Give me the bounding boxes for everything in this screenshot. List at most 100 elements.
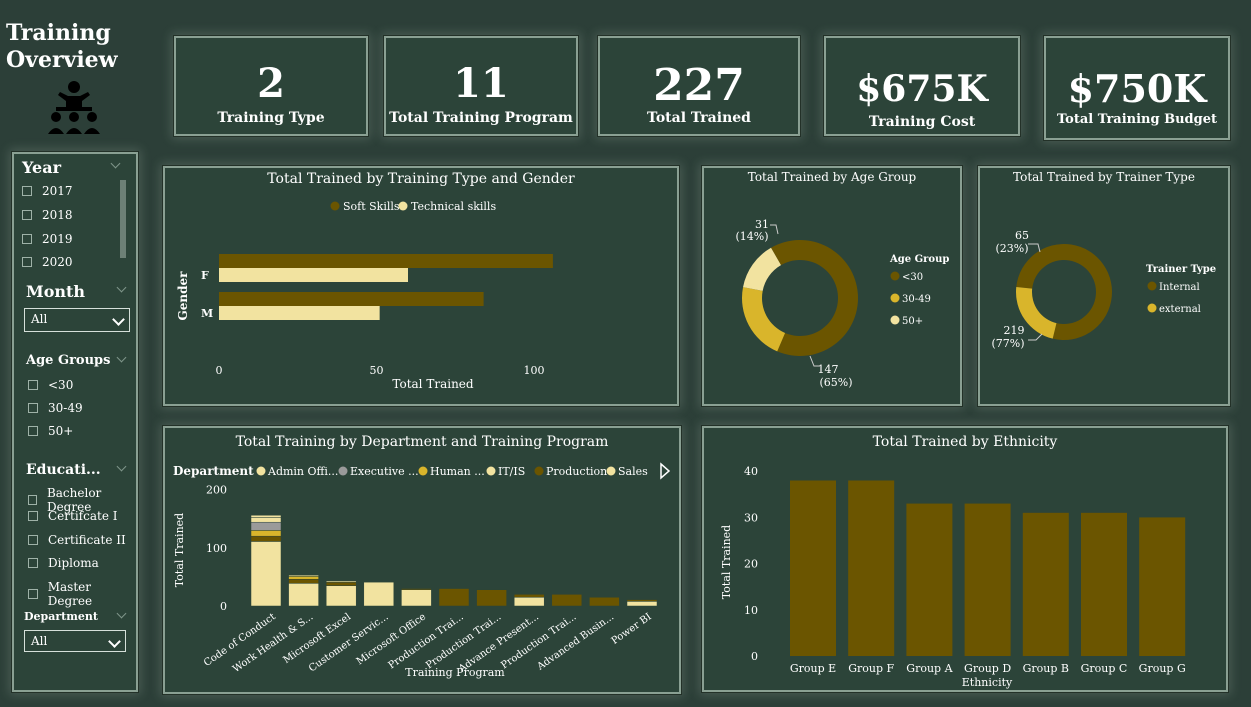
age-group-option[interactable]: 30-49 xyxy=(28,401,83,415)
bar-segment xyxy=(325,585,357,607)
x-axis-label: Ethnicity xyxy=(962,676,1013,689)
legend-title: Age Group xyxy=(889,254,949,265)
x-tick-label: Group G xyxy=(1139,662,1186,675)
training-presenter-icon xyxy=(48,81,100,134)
year-option[interactable]: 2017 xyxy=(22,184,73,198)
y-tick-label: 10 xyxy=(744,604,758,617)
legend-label: Admin Offi... xyxy=(267,465,338,478)
legend-marker xyxy=(606,466,616,476)
legend-label: 50+ xyxy=(902,316,923,327)
kpi-label: Total Training Budget xyxy=(1056,112,1218,127)
leader-line xyxy=(1028,333,1043,341)
education-option[interactable]: Certifcate I xyxy=(28,509,117,523)
bar xyxy=(1139,517,1186,656)
kpi-card-total-training-budget: $750K Total Training Budget xyxy=(1044,36,1230,140)
filter-panel: Year 2017 2018 2019 2020 Month All Age G… xyxy=(12,152,138,692)
chevron-down-icon[interactable] xyxy=(116,461,127,472)
bar xyxy=(219,292,484,306)
year-option[interactable]: 2018 xyxy=(22,208,73,222)
legend-marker xyxy=(338,466,348,476)
education-option[interactable]: Master Degree xyxy=(28,580,136,608)
y-tick-label: F xyxy=(201,269,209,282)
bar-segment xyxy=(288,574,319,577)
legend-marker xyxy=(398,201,408,211)
data-label: (23%) xyxy=(995,242,1028,255)
y-tick-label: 20 xyxy=(744,558,758,571)
kpi-label: Training Cost xyxy=(868,114,976,130)
bar-segment xyxy=(476,589,507,607)
checkbox[interactable] xyxy=(28,426,38,436)
legend-label: <30 xyxy=(902,272,923,283)
bar-segment xyxy=(250,535,282,542)
chevron-down-icon[interactable] xyxy=(116,282,127,293)
bar xyxy=(219,268,408,282)
legend-label: Internal xyxy=(1159,282,1200,293)
bar-segment xyxy=(438,588,470,607)
legend-title: Department xyxy=(173,464,254,478)
kpi-card-training-cost: $675K Training Cost xyxy=(824,36,1020,136)
year-option[interactable]: 2020 xyxy=(22,255,73,269)
checkbox[interactable] xyxy=(28,403,38,413)
year-option[interactable]: 2019 xyxy=(22,232,73,246)
checkbox[interactable] xyxy=(22,210,32,220)
trainer-type-chart: 65(23%) 219(77%) Trainer Type Internal exter… xyxy=(991,229,1216,350)
kpi-label: Total Trained xyxy=(647,110,751,126)
leader-line xyxy=(1028,243,1041,253)
department-dropdown[interactable]: All xyxy=(24,630,126,652)
legend-label: Soft Skills xyxy=(343,200,400,213)
kpi-value: 2 xyxy=(257,60,285,107)
age-group-chart: 31(14%)147(65%)Age Group<3030-4950+ xyxy=(735,218,949,389)
data-label: 219 xyxy=(1004,324,1025,337)
checkbox[interactable] xyxy=(28,495,37,505)
trainer-type-chart-panel: Total Trained by Trainer Type 65 (23%) 219… xyxy=(978,166,1230,406)
checkbox[interactable] xyxy=(22,186,32,196)
page-title: Training Overview xyxy=(6,20,118,73)
checkbox[interactable] xyxy=(28,558,38,568)
checkbox[interactable] xyxy=(22,234,32,244)
legend-label: Production xyxy=(546,465,607,478)
education-option[interactable]: Diploma xyxy=(28,556,99,570)
y-tick-label: 200 xyxy=(206,484,227,497)
kpi-value: 11 xyxy=(453,60,509,107)
chart-title: Total Training by Department and Trainin… xyxy=(235,434,609,450)
bar xyxy=(219,306,380,320)
checkbox[interactable] xyxy=(28,380,38,390)
age-group-option[interactable]: <30 xyxy=(28,378,73,392)
y-tick-label: 0 xyxy=(220,600,227,613)
chevron-down-icon[interactable] xyxy=(116,352,127,363)
chevron-down-icon[interactable] xyxy=(116,608,127,619)
legend-label: external xyxy=(1159,304,1201,315)
bar-segment xyxy=(513,597,545,607)
kpi-card-training-type: 2 Training Type xyxy=(174,36,368,136)
legend-marker xyxy=(418,466,428,476)
kpi-value: 227 xyxy=(653,60,745,111)
bar-segment xyxy=(325,580,357,583)
legend-label: Executive ... xyxy=(350,465,419,478)
checkbox[interactable] xyxy=(28,535,38,545)
y-tick-label: 40 xyxy=(744,465,758,478)
age-group-option[interactable]: 50+ xyxy=(28,424,73,438)
chevron-down-icon xyxy=(108,635,121,648)
donut-slice xyxy=(742,287,786,352)
checkbox[interactable] xyxy=(22,257,32,267)
year-scrollbar[interactable] xyxy=(120,180,126,258)
bar-segment xyxy=(626,601,658,607)
scroll-right-icon xyxy=(660,462,671,480)
chevron-down-icon[interactable] xyxy=(110,158,121,169)
bar-segment xyxy=(513,594,545,598)
chart-title: Total Trained by Trainer Type xyxy=(1013,170,1195,184)
checkbox[interactable] xyxy=(28,511,38,521)
legend-label: IT/IS xyxy=(498,465,525,478)
ethnicity-chart-panel: Total Trained by Ethnicity 0 10 20 30 40 Tota… xyxy=(702,426,1228,692)
checkbox[interactable] xyxy=(28,589,38,599)
y-tick-label: M xyxy=(201,307,213,320)
legend-label: Sales xyxy=(618,465,648,478)
x-tick-label: Group D xyxy=(964,662,1011,675)
education-option[interactable]: Certificate II xyxy=(28,533,126,547)
x-axis-label: Training Program xyxy=(405,666,505,679)
month-slicer-header: Month xyxy=(26,282,86,301)
ethnicity-chart: 0 10 20 30 40 Total Trained Group E Group F Grou… xyxy=(720,465,1186,689)
month-dropdown[interactable]: All xyxy=(24,308,130,332)
legend-label: Human ... xyxy=(430,465,485,478)
data-label: (77%) xyxy=(991,337,1024,350)
